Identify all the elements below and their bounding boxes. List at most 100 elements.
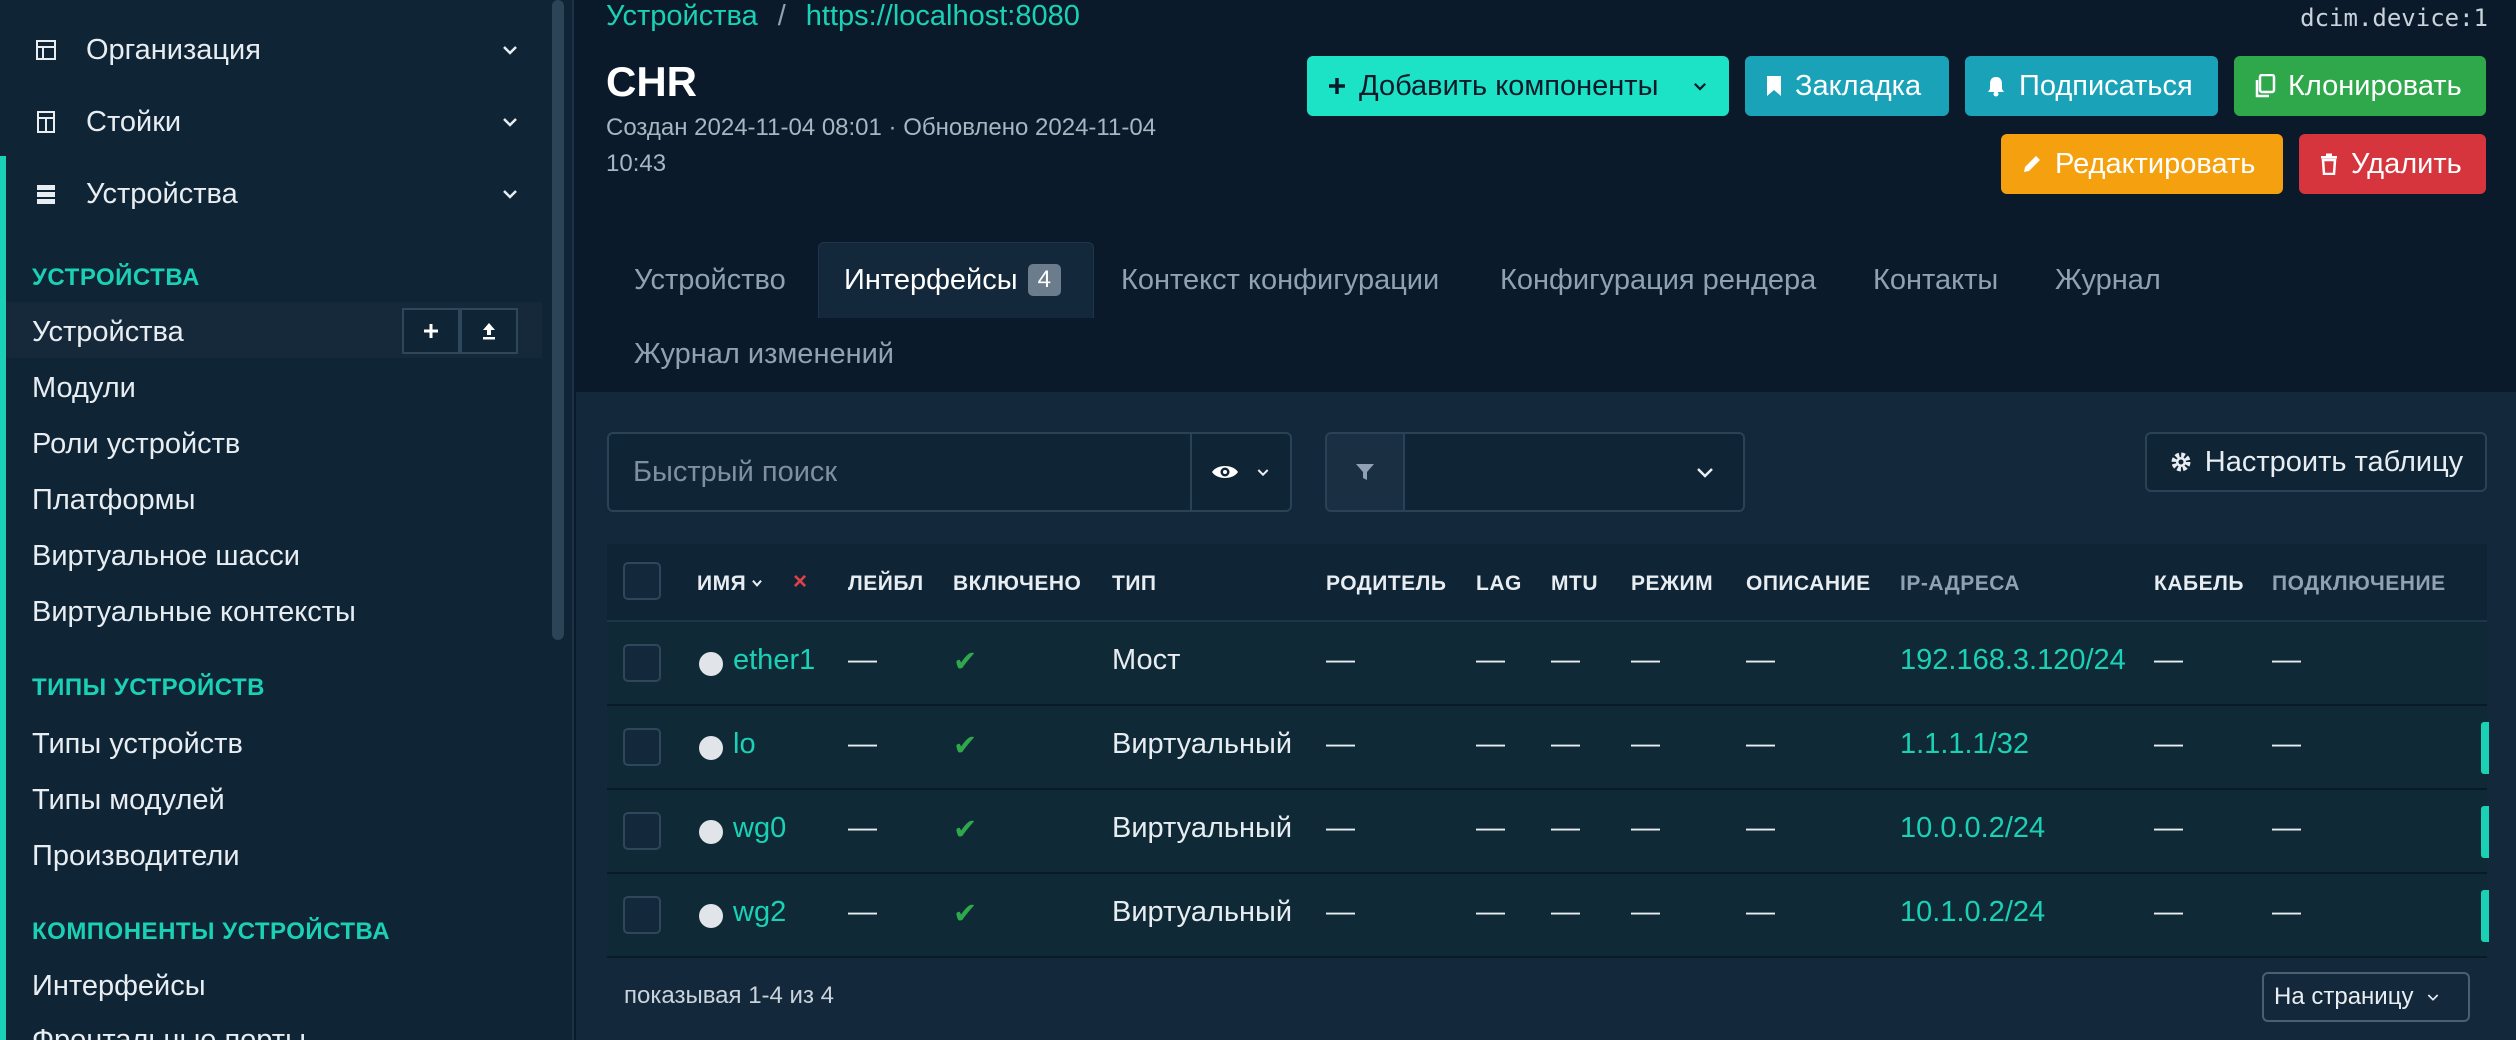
sidebar-item-virtual-chassis[interactable]: Виртуальное шасси xyxy=(32,540,300,573)
interfaces-count-badge: 4 xyxy=(1027,264,1061,296)
cell-label: — xyxy=(848,896,877,928)
sidebar-item-interfaces[interactable]: Интерфейсы xyxy=(32,970,206,1003)
configure-table-button[interactable]: Настроить таблицу xyxy=(2145,432,2487,492)
tab-config-context[interactable]: Контекст конфигурации xyxy=(1121,264,1439,297)
add-device-button[interactable] xyxy=(402,308,460,354)
tab-interfaces[interactable]: Интерфейсы 4 xyxy=(844,264,1061,297)
sidebar-item-virtual-contexts[interactable]: Виртуальные контексты xyxy=(32,596,356,629)
row-checkbox[interactable] xyxy=(623,644,661,682)
quick-search-placeholder: Быстрый поиск xyxy=(633,455,838,488)
delete-label: Удалить xyxy=(2351,147,2462,180)
column-header-type[interactable]: ТИП xyxy=(1112,572,1157,596)
column-header-ip-addresses[interactable]: IP-АДРЕСА xyxy=(1900,572,2020,596)
breadcrumb-separator: / xyxy=(777,0,786,32)
table-row[interactable]: wg2 — ✔ Виртуальный — — — — — 10.1.0.2/2… xyxy=(607,874,2489,958)
cell-cable: — xyxy=(2154,896,2183,928)
status-dot-icon xyxy=(699,820,723,844)
ip-address-link[interactable]: 1.1.1.1/32 xyxy=(1900,728,2029,761)
tab-interfaces-label: Интерфейсы xyxy=(844,264,1018,296)
cell-type: Виртуальный xyxy=(1112,896,1293,928)
delete-button[interactable]: Удалить xyxy=(2299,134,2486,194)
sidebar-item-device-roles[interactable]: Роли устройств xyxy=(32,428,240,461)
tab-render-config[interactable]: Конфигурация рендера xyxy=(1500,264,1816,297)
table-row[interactable]: lo — ✔ Виртуальный — — — — — 1.1.1.1/32 … xyxy=(607,706,2489,790)
interface-name-link[interactable]: wg0 xyxy=(733,812,786,845)
column-header-mode[interactable]: РЕЖИМ xyxy=(1631,572,1713,596)
cell-label: — xyxy=(848,812,877,844)
tab-device[interactable]: Устройство xyxy=(634,264,786,297)
saved-filter-select[interactable] xyxy=(1403,432,1745,512)
cell-lag: — xyxy=(1476,644,1505,676)
nav-group-racks[interactable]: Стойки xyxy=(32,90,522,154)
cell-mtu: — xyxy=(1551,812,1580,844)
row-action-handle[interactable] xyxy=(2481,890,2489,942)
eye-icon xyxy=(1212,466,1238,478)
trash-icon xyxy=(2319,153,2339,175)
column-header-name[interactable]: ИМЯ xyxy=(697,572,764,596)
configure-table-label: Настроить таблицу xyxy=(2204,445,2464,478)
ip-address-link[interactable]: 10.0.0.2/24 xyxy=(1900,812,2045,845)
row-action-handle[interactable] xyxy=(2481,806,2489,858)
clear-sort-icon[interactable]: × xyxy=(793,568,808,596)
column-header-description[interactable]: ОПИСАНИЕ xyxy=(1746,572,1871,596)
clone-button[interactable]: Клонировать xyxy=(2234,56,2486,116)
row-checkbox[interactable] xyxy=(623,812,661,850)
gear-icon xyxy=(2169,450,2193,474)
cell-description: — xyxy=(1746,728,1775,760)
filter-button[interactable] xyxy=(1325,432,1405,512)
copy-icon xyxy=(2254,74,2276,98)
add-components-button[interactable]: Добавить компоненты xyxy=(1307,56,1729,116)
tab-contacts[interactable]: Контакты xyxy=(1873,264,1998,297)
column-header-label[interactable]: ЛЕЙБЛ xyxy=(848,572,924,596)
ip-address-link[interactable]: 192.168.3.120/24 xyxy=(1900,644,2126,677)
sidebar-item-platforms[interactable]: Платформы xyxy=(32,484,195,517)
column-header-parent[interactable]: РОДИТЕЛЬ xyxy=(1326,572,1447,596)
nav-group-devices[interactable]: Устройства xyxy=(32,162,522,226)
bookmark-button[interactable]: Закладка xyxy=(1745,56,1949,116)
row-action-handle[interactable] xyxy=(2481,722,2489,774)
sidebar-item-devices[interactable]: Устройства xyxy=(32,316,184,349)
status-dot-icon xyxy=(699,904,723,928)
table-row[interactable]: ether1 — ✔ Мост — — — — — 192.168.3.120/… xyxy=(607,622,2487,706)
sort-down-icon xyxy=(752,579,763,587)
column-header-name-label: ИМЯ xyxy=(697,572,747,595)
sidebar-item-manufacturers[interactable]: Производители xyxy=(32,840,240,873)
breadcrumb-site-link[interactable]: https://localhost:8080 xyxy=(806,0,1080,33)
import-devices-button[interactable] xyxy=(460,308,518,354)
column-header-cable[interactable]: КАБЕЛЬ xyxy=(2154,572,2244,596)
interface-name-link[interactable]: ether1 xyxy=(733,644,815,677)
page-title: CHR xyxy=(606,58,697,105)
row-checkbox[interactable] xyxy=(623,728,661,766)
breadcrumb-devices-link[interactable]: Устройства xyxy=(606,0,758,33)
sidebar-item-module-types[interactable]: Типы модулей xyxy=(32,784,225,817)
search-options-toggle[interactable] xyxy=(1190,432,1292,512)
column-header-enabled[interactable]: ВКЛЮЧЕНО xyxy=(953,572,1081,596)
status-dot-icon xyxy=(699,736,723,760)
row-checkbox[interactable] xyxy=(623,896,661,934)
interface-name-link[interactable]: wg2 xyxy=(733,896,786,929)
sidebar-item-front-ports[interactable]: Фронтальные порты xyxy=(32,1024,306,1040)
bookmark-icon xyxy=(1765,75,1783,97)
subscribe-button[interactable]: Подписаться xyxy=(1965,56,2218,116)
sidebar-item-device-types[interactable]: Типы устройств xyxy=(32,728,243,761)
column-header-lag[interactable]: LAG xyxy=(1476,572,1522,596)
quick-search-input[interactable]: Быстрый поиск xyxy=(607,432,1192,512)
cell-type: Виртуальный xyxy=(1112,728,1293,760)
cell-lag: — xyxy=(1476,728,1505,760)
ip-address-link[interactable]: 10.1.0.2/24 xyxy=(1900,896,2045,929)
cell-parent: — xyxy=(1326,812,1355,844)
sidebar-item-modules[interactable]: Модули xyxy=(32,372,136,405)
nav-group-organization[interactable]: Организация xyxy=(32,18,522,82)
filter-icon xyxy=(1356,464,1374,480)
column-header-mtu[interactable]: MTU xyxy=(1551,572,1598,596)
tab-journal[interactable]: Журнал xyxy=(2055,264,2161,297)
sidebar-scrollbar[interactable] xyxy=(552,0,564,640)
tab-changelog[interactable]: Журнал изменений xyxy=(634,338,894,371)
column-header-connection[interactable]: ПОДКЛЮЧЕНИЕ xyxy=(2272,572,2446,596)
plus-icon xyxy=(1327,76,1347,96)
interface-name-link[interactable]: lo xyxy=(733,728,756,761)
edit-button[interactable]: Редактировать xyxy=(2001,134,2283,194)
table-row[interactable]: wg0 — ✔ Виртуальный — — — — — 10.0.0.2/2… xyxy=(607,790,2489,874)
select-all-checkbox[interactable] xyxy=(623,562,661,600)
per-page-select[interactable]: На страницу xyxy=(2262,972,2470,1022)
